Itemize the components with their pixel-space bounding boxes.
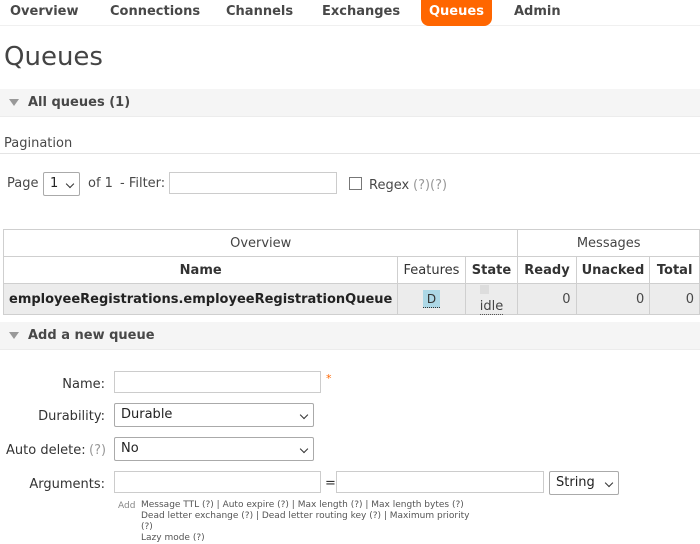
auto-delete-label: Auto delete: — [6, 443, 86, 458]
auto-delete-value: No — [121, 441, 139, 456]
queue-name-link[interactable]: employeeRegistrations.employeeRegistrati… — [2, 283, 399, 315]
page-label: Page — [7, 176, 39, 191]
collapse-triangle-icon — [9, 332, 19, 339]
queue-name-input[interactable] — [114, 371, 321, 393]
required-marker: * — [326, 372, 332, 385]
durability-value: Durable — [121, 407, 173, 422]
chevron-down-icon — [65, 179, 75, 189]
pagination-divider — [0, 153, 700, 154]
col-unacked[interactable]: Unacked — [575, 256, 651, 284]
pagination-title: Pagination — [4, 136, 73, 151]
argument-shortcuts: Message TTL (?) | Auto expire (?) | Max … — [141, 500, 481, 544]
group-overview: Overview — [2, 229, 519, 257]
argument-type-select[interactable]: String — [549, 471, 619, 495]
auto-delete-select[interactable]: No — [114, 437, 314, 461]
add-queue-toggle[interactable]: Add a new queue — [0, 322, 700, 350]
add-argument-link[interactable]: Add — [118, 501, 135, 511]
chevron-down-icon — [299, 410, 309, 420]
page-of-label: of 1 — [88, 176, 113, 191]
col-state[interactable]: State — [464, 256, 519, 284]
state-text: idle — [479, 299, 504, 315]
state-cell: idle — [464, 283, 519, 315]
chevron-down-icon — [299, 444, 309, 454]
nav-exchanges[interactable]: Exchanges — [314, 0, 408, 26]
argument-shortcuts-line-1[interactable]: Message TTL (?) | Auto expire (?) | Max … — [141, 500, 481, 511]
col-name[interactable]: Name — [2, 256, 399, 284]
nav-queues[interactable]: Queues — [421, 0, 492, 26]
page-select[interactable]: 1 — [43, 172, 80, 196]
arguments-label: Arguments: — [29, 477, 105, 492]
collapse-triangle-icon — [9, 99, 19, 106]
filter-label: - Filter: — [120, 176, 166, 191]
table-row: employeeRegistrations.employeeRegistrati… — [2, 283, 700, 315]
group-messages: Messages — [517, 229, 700, 257]
total-count: 0 — [649, 283, 700, 315]
auto-delete-help[interactable]: (?) — [89, 443, 106, 458]
col-features: Features — [397, 256, 466, 284]
nav-connections[interactable]: Connections — [102, 0, 208, 26]
page-select-value: 1 — [50, 176, 59, 191]
ready-count: 0 — [517, 283, 577, 315]
regex-help-links[interactable]: (?)(?) — [413, 178, 447, 193]
argument-shortcuts-line-2[interactable]: Dead letter exchange (?) | Dead letter r… — [141, 511, 481, 533]
top-nav: Overview Connections Channels Exchanges … — [0, 0, 700, 26]
col-total[interactable]: Total — [649, 256, 700, 284]
features-cell: D — [397, 283, 466, 315]
regex-checkbox[interactable] — [349, 177, 362, 190]
durable-feature-badge: D — [422, 290, 441, 308]
unacked-count: 0 — [575, 283, 651, 315]
nav-admin[interactable]: Admin — [506, 0, 569, 26]
regex-label: Regex — [369, 178, 410, 193]
durability-select[interactable]: Durable — [114, 403, 314, 427]
durability-label: Durability: — [38, 409, 105, 424]
filter-input[interactable] — [169, 172, 337, 194]
argument-value-input[interactable] — [336, 471, 544, 493]
page-title: Queues — [4, 42, 103, 72]
nav-overview[interactable]: Overview — [2, 0, 87, 26]
nav-channels[interactable]: Channels — [218, 0, 301, 26]
queues-table: Overview Messages Name Features State Re… — [2, 229, 700, 315]
all-queues-label: All queues (1) — [28, 95, 131, 110]
add-queue-label: Add a new queue — [28, 328, 155, 343]
state-indicator-icon — [479, 285, 489, 294]
all-queues-toggle[interactable]: All queues (1) — [0, 89, 700, 117]
chevron-down-icon — [604, 478, 614, 488]
argument-shortcuts-line-3[interactable]: Lazy mode (?) — [141, 533, 481, 544]
name-label: Name: — [62, 377, 105, 392]
argument-type-value: String — [556, 475, 595, 490]
col-ready[interactable]: Ready — [517, 256, 577, 284]
argument-key-input[interactable] — [114, 471, 321, 493]
equals-sign: = — [325, 476, 336, 491]
